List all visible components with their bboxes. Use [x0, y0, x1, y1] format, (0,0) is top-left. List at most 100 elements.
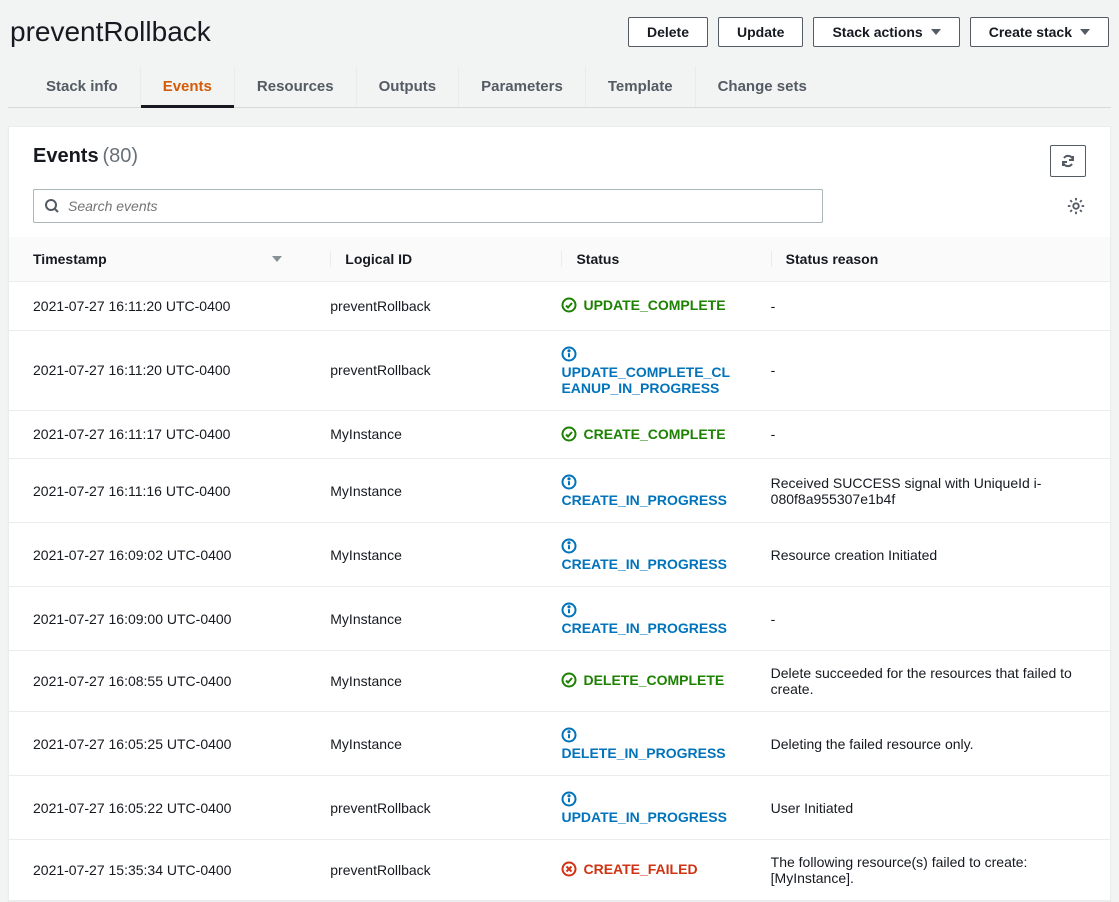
events-panel: Events (80) — [8, 126, 1111, 902]
cell-reason: Resource creation Initiated — [747, 523, 1110, 587]
success-icon — [561, 297, 577, 313]
status-text: DELETE_COMPLETE — [583, 671, 724, 691]
search-icon — [44, 198, 60, 214]
update-button[interactable]: Update — [718, 17, 803, 47]
cell-timestamp: 2021-07-27 16:11:20 UTC-0400 — [9, 282, 306, 331]
gear-icon — [1066, 196, 1086, 216]
info-icon — [561, 727, 577, 743]
cell-reason: - — [747, 587, 1110, 651]
col-header-logical-id[interactable]: Logical ID — [306, 237, 537, 282]
tab-bar: Stack infoEventsResourcesOutputsParamete… — [8, 66, 1111, 108]
cell-timestamp: 2021-07-27 16:11:20 UTC-0400 — [9, 330, 306, 410]
cell-reason: - — [747, 282, 1110, 331]
tab-outputs[interactable]: Outputs — [357, 66, 460, 107]
cell-logical-id: MyInstance — [306, 410, 537, 459]
info-icon — [561, 346, 577, 362]
cell-reason: Deleting the failed resource only. — [747, 712, 1110, 776]
tab-resources[interactable]: Resources — [235, 66, 357, 107]
table-row: 2021-07-27 16:05:22 UTC-0400preventRollb… — [9, 776, 1110, 840]
table-row: 2021-07-27 16:11:20 UTC-0400preventRollb… — [9, 330, 1110, 410]
tab-stack-info[interactable]: Stack info — [24, 66, 141, 107]
cell-logical-id: preventRollback — [306, 330, 537, 410]
cell-reason: Received SUCCESS signal with UniqueId i-… — [747, 459, 1110, 523]
tab-template[interactable]: Template — [586, 66, 696, 107]
cell-status: UPDATE_COMPLETE — [537, 282, 746, 331]
cell-logical-id: MyInstance — [306, 587, 537, 651]
cell-logical-id: MyInstance — [306, 651, 537, 712]
page-title: preventRollback — [10, 16, 211, 48]
cell-reason: - — [747, 330, 1110, 410]
col-header-reason-label: Status reason — [786, 251, 879, 267]
status-text[interactable]: CREATE_IN_PROGRESS — [561, 492, 736, 508]
table-row: 2021-07-27 15:35:34 UTC-0400preventRollb… — [9, 840, 1110, 901]
tab-parameters[interactable]: Parameters — [459, 66, 586, 107]
cell-timestamp: 2021-07-27 16:11:17 UTC-0400 — [9, 410, 306, 459]
cell-status: CREATE_IN_PROGRESS — [537, 523, 746, 587]
success-icon — [561, 426, 577, 442]
settings-button[interactable] — [1066, 196, 1086, 216]
error-icon — [561, 861, 577, 877]
cell-logical-id: MyInstance — [306, 712, 537, 776]
cell-status: UPDATE_IN_PROGRESS — [537, 776, 746, 840]
table-row: 2021-07-27 16:11:17 UTC-0400MyInstance CR… — [9, 410, 1110, 459]
cell-timestamp: 2021-07-27 16:05:22 UTC-0400 — [9, 776, 306, 840]
cell-status: CREATE_COMPLETE — [537, 410, 746, 459]
col-header-timestamp[interactable]: Timestamp — [9, 237, 306, 282]
success-icon — [561, 672, 577, 688]
cell-timestamp: 2021-07-27 16:09:02 UTC-0400 — [9, 523, 306, 587]
status-text[interactable]: CREATE_IN_PROGRESS — [561, 556, 736, 572]
info-icon — [561, 538, 577, 554]
refresh-button[interactable] — [1050, 145, 1086, 177]
cell-logical-id: MyInstance — [306, 459, 537, 523]
delete-button-label: Delete — [647, 24, 689, 40]
info-icon — [561, 791, 577, 807]
cell-timestamp: 2021-07-27 16:11:16 UTC-0400 — [9, 459, 306, 523]
table-row: 2021-07-27 16:05:25 UTC-0400MyInstance DE… — [9, 712, 1110, 776]
col-header-timestamp-label: Timestamp — [33, 251, 107, 267]
create-stack-button[interactable]: Create stack — [970, 17, 1109, 47]
sort-desc-icon — [272, 256, 282, 262]
header-actions: Delete Update Stack actions Create stack — [628, 17, 1109, 47]
search-box[interactable] — [33, 189, 823, 223]
cell-status: CREATE_FAILED — [537, 840, 746, 901]
update-button-label: Update — [737, 24, 784, 40]
cell-reason: User Initiated — [747, 776, 1110, 840]
status-text[interactable]: UPDATE_COMPLETE_CLEANUP_IN_PROGRESS — [561, 364, 736, 396]
info-icon — [561, 602, 577, 618]
col-header-status[interactable]: Status — [537, 237, 746, 282]
cell-logical-id: preventRollback — [306, 282, 537, 331]
cell-reason: - — [747, 410, 1110, 459]
cell-logical-id: preventRollback — [306, 840, 537, 901]
table-row: 2021-07-27 16:08:55 UTC-0400MyInstance DE… — [9, 651, 1110, 712]
cell-timestamp: 2021-07-27 16:08:55 UTC-0400 — [9, 651, 306, 712]
table-row: 2021-07-27 16:11:16 UTC-0400MyInstance CR… — [9, 459, 1110, 523]
page-header: preventRollback Delete Update Stack acti… — [8, 8, 1111, 58]
tab-events[interactable]: Events — [141, 66, 235, 107]
col-header-reason[interactable]: Status reason — [747, 237, 1110, 282]
search-input[interactable] — [60, 198, 812, 214]
panel-title: Events — [33, 145, 99, 167]
status-text: UPDATE_COMPLETE — [583, 296, 725, 316]
status-text: CREATE_COMPLETE — [583, 425, 725, 445]
chevron-down-icon — [1080, 29, 1090, 35]
events-table: Timestamp Logical ID Status — [9, 237, 1110, 901]
delete-button[interactable]: Delete — [628, 17, 708, 47]
col-header-status-label: Status — [576, 251, 619, 267]
stack-actions-label: Stack actions — [832, 24, 922, 40]
cell-status: UPDATE_COMPLETE_CLEANUP_IN_PROGRESS — [537, 330, 746, 410]
cell-status: DELETE_COMPLETE — [537, 651, 746, 712]
cell-reason: Delete succeeded for the resources that … — [747, 651, 1110, 712]
cell-timestamp: 2021-07-27 16:05:25 UTC-0400 — [9, 712, 306, 776]
tab-change-sets[interactable]: Change sets — [696, 66, 829, 107]
cell-logical-id: preventRollback — [306, 776, 537, 840]
stack-actions-button[interactable]: Stack actions — [813, 17, 959, 47]
status-text[interactable]: UPDATE_IN_PROGRESS — [561, 809, 736, 825]
status-text[interactable]: DELETE_IN_PROGRESS — [561, 745, 736, 761]
status-text: CREATE_FAILED — [583, 860, 697, 880]
cell-status: DELETE_IN_PROGRESS — [537, 712, 746, 776]
col-header-logical-id-label: Logical ID — [345, 251, 412, 267]
status-text[interactable]: CREATE_IN_PROGRESS — [561, 620, 736, 636]
chevron-down-icon — [931, 29, 941, 35]
panel-count: (80) — [102, 145, 138, 167]
table-row: 2021-07-27 16:09:00 UTC-0400MyInstanceCR… — [9, 587, 1110, 651]
